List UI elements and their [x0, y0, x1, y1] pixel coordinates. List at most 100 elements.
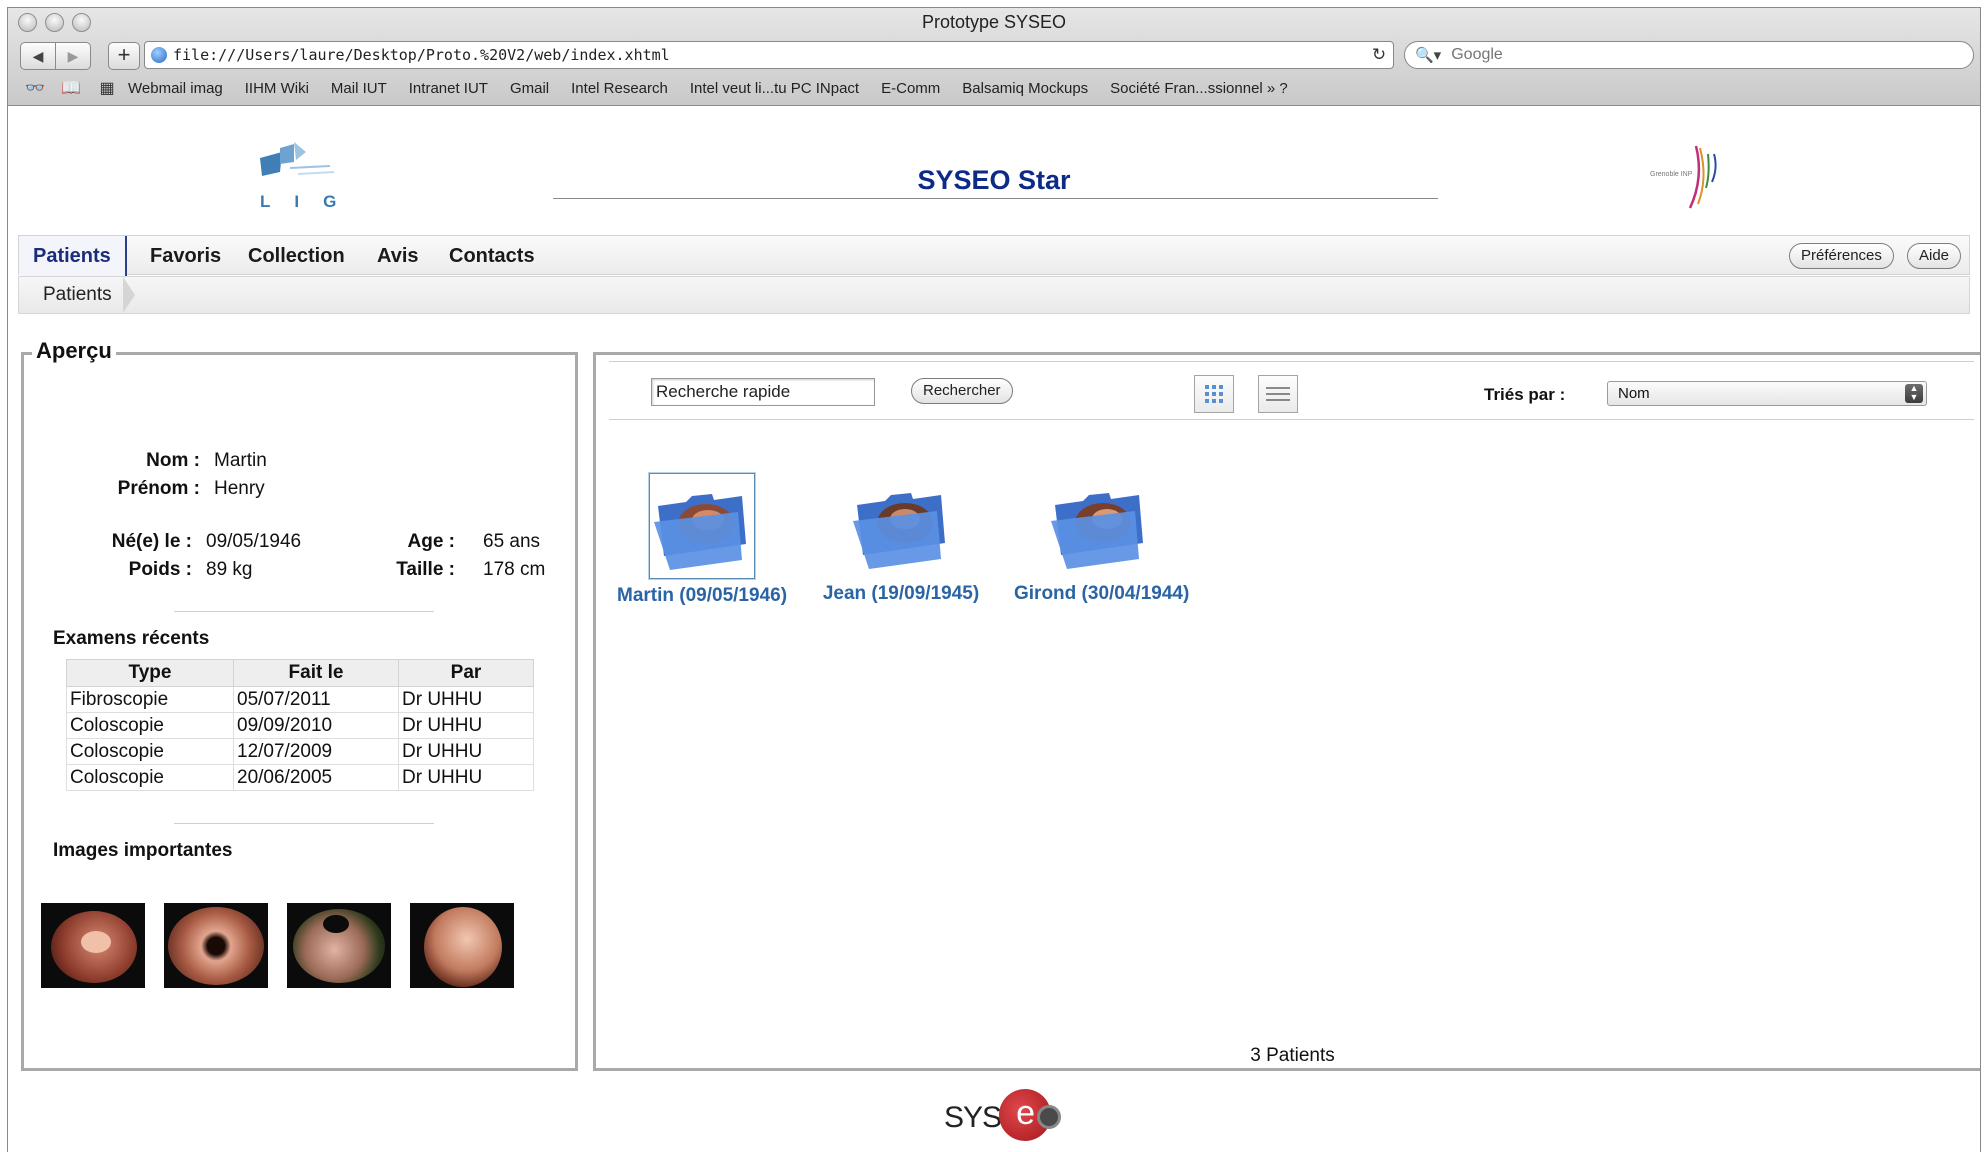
column-header-date[interactable]: Fait le — [233, 659, 399, 687]
tab-collection[interactable]: Collection — [248, 236, 345, 276]
toolbar-bottom-rule — [609, 419, 1974, 420]
table-row[interactable]: Fibroscopie 05/07/2011 Dr UHHU — [66, 686, 534, 713]
browser-window: Prototype SYSEO ◀ ▶ + file:///Users/laur… — [7, 7, 1981, 1152]
toolbar-top-rule — [609, 361, 1974, 362]
window-title: Prototype SYSEO — [921, 12, 1067, 32]
patient-folder[interactable]: Girond (30/04/1944) — [1014, 473, 1190, 605]
camera-lens-icon — [1037, 1105, 1062, 1129]
column-header-type[interactable]: Type — [66, 659, 234, 687]
updown-chevron-icon: ▲ ▼ — [1905, 384, 1923, 403]
apercu-legend: Aperçu — [32, 338, 116, 364]
height-value: 178 cm — [483, 559, 546, 580]
table-row[interactable]: Coloscopie 12/07/2009 Dr UHHU — [66, 738, 534, 765]
endoscopy-thumbnail[interactable] — [41, 903, 145, 988]
divider — [174, 823, 434, 824]
bookmark-item[interactable]: E-Comm — [881, 80, 940, 97]
tab-avis[interactable]: Avis — [377, 236, 419, 276]
syseo-logo-text: SYS — [944, 1100, 1002, 1134]
exam-date: 12/07/2009 — [233, 738, 399, 765]
bookmark-item[interactable]: Balsamiq Mockups — [962, 80, 1088, 97]
url-text: file:///Users/laure/Desktop/Proto.%20V2/… — [173, 46, 670, 64]
bookmark-item[interactable]: Intranet IUT — [409, 80, 488, 97]
reload-icon[interactable]: ↻ — [1365, 45, 1393, 65]
add-bookmark-button[interactable]: + — [108, 42, 140, 70]
endoscopy-thumbnail[interactable] — [164, 903, 268, 988]
important-images-strip — [41, 903, 514, 988]
bookmark-item[interactable]: Intel veut li...tu PC INpact — [690, 80, 859, 97]
bookmark-item[interactable]: Webmail imag — [128, 80, 223, 97]
grid-view-icon — [1205, 385, 1223, 403]
exam-doctor: Dr UHHU — [398, 712, 534, 739]
bookmark-item[interactable]: Mail IUT — [331, 80, 387, 97]
important-images-heading: Images importantes — [53, 840, 233, 861]
folder-icon-box — [849, 473, 953, 577]
prenom-label: Prénom : — [117, 478, 200, 499]
bookmark-item[interactable]: Société Fran...ssionnel » ? — [1110, 80, 1288, 97]
table-header-row: Type Fait le Par — [66, 659, 534, 687]
table-row[interactable]: Coloscopie 09/09/2010 Dr UHHU — [66, 712, 534, 739]
back-button[interactable]: ◀ — [20, 42, 56, 70]
grid-view-button[interactable] — [1194, 375, 1234, 413]
inp-logo-text: Grenoble INP — [1650, 171, 1693, 178]
endoscopy-thumbnail[interactable] — [410, 903, 514, 988]
birthdate-value: 09/05/1946 — [206, 531, 302, 552]
patient-folder-icon — [1051, 493, 1143, 569]
browser-search-field[interactable]: 🔍▾ — [1404, 41, 1974, 69]
weight-value: 89 kg — [206, 559, 253, 580]
apercu-panel: Aperçu Nom : Martin Prénom : Henry Né(e)… — [21, 338, 578, 1071]
column-header-par[interactable]: Par — [398, 659, 534, 687]
recent-exams-heading: Examens récents — [53, 628, 210, 649]
exam-date: 05/07/2011 — [233, 686, 399, 713]
top-sites-grid-icon[interactable]: ▦ — [92, 78, 122, 98]
endoscopy-thumbnail[interactable] — [287, 903, 391, 988]
exam-date: 09/09/2010 — [233, 712, 399, 739]
bookmarks-book-icon[interactable]: 📖 — [56, 78, 86, 98]
preferences-button[interactable]: Préférences — [1789, 243, 1894, 269]
patients-panel: Rechercher Triés par : Nom ▲▼ — [593, 352, 1980, 1071]
sort-select[interactable]: Nom ▲ ▼ — [1607, 381, 1927, 406]
nom-value: Martin — [214, 450, 267, 471]
globe-icon — [151, 47, 167, 63]
main-menubar: Patients Favoris Collection Avis Contact… — [18, 235, 1970, 276]
exam-type: Coloscopie — [66, 764, 234, 791]
sort-label: Triés par : — [1484, 385, 1566, 404]
nom-label: Nom : — [146, 450, 200, 471]
list-view-button[interactable] — [1258, 375, 1298, 413]
bookmark-item[interactable]: IIHM Wiki — [245, 80, 309, 97]
browser-search-input[interactable] — [1449, 45, 1956, 65]
address-bar[interactable]: file:///Users/laure/Desktop/Proto.%20V2/… — [144, 41, 1394, 69]
patient-folder-icon — [654, 494, 746, 570]
history-nav: ◀ ▶ — [20, 42, 91, 70]
divider — [174, 611, 434, 612]
grenoble-inp-logo-icon: Grenoble INP — [1650, 145, 1717, 209]
tab-contacts[interactable]: Contacts — [449, 236, 535, 276]
syseo-logo: SYS e — [944, 1089, 1062, 1145]
help-button[interactable]: Aide — [1907, 243, 1962, 269]
exam-date: 20/06/2005 — [233, 764, 399, 791]
table-row[interactable]: Coloscopie 20/06/2005 Dr UHHU — [66, 764, 534, 791]
reading-list-icon[interactable]: 👓 — [20, 78, 50, 98]
age-label: Age : — [407, 531, 456, 552]
patient-folder-icon — [853, 493, 945, 569]
search-button[interactable]: Rechercher — [911, 378, 1013, 404]
breadcrumb: Patients — [18, 276, 1970, 314]
patient-folder-label: Girond (30/04/1944) — [1014, 583, 1190, 604]
folder-icon-box — [1047, 473, 1151, 577]
tab-patients[interactable]: Patients — [19, 236, 127, 276]
patient-folder[interactable]: Martin (09/05/1946) — [617, 473, 787, 607]
bookmark-item[interactable]: Gmail — [510, 80, 549, 97]
exam-doctor: Dr UHHU — [398, 738, 534, 765]
breadcrumb-item-patients[interactable]: Patients — [43, 277, 112, 313]
age-value: 65 ans — [483, 531, 541, 552]
forward-arrow-icon: ▶ — [67, 47, 79, 64]
tab-favoris[interactable]: Favoris — [150, 236, 221, 276]
patient-folder-label: Martin (09/05/1946) — [617, 585, 788, 606]
patient-folder[interactable]: Jean (19/09/1945) — [816, 473, 986, 605]
quick-search-input[interactable] — [651, 378, 875, 406]
bookmark-item[interactable]: Intel Research — [571, 80, 668, 97]
birthdate-label: Né(e) le : — [111, 531, 192, 552]
sort-selected-value: Nom — [1618, 385, 1650, 402]
bookmarks-bar: 👓 📖 ▦ Webmail imag IIHM Wiki Mail IUT In… — [20, 76, 1310, 100]
forward-button[interactable]: ▶ — [56, 42, 91, 70]
search-icon: 🔍▾ — [1415, 47, 1442, 64]
